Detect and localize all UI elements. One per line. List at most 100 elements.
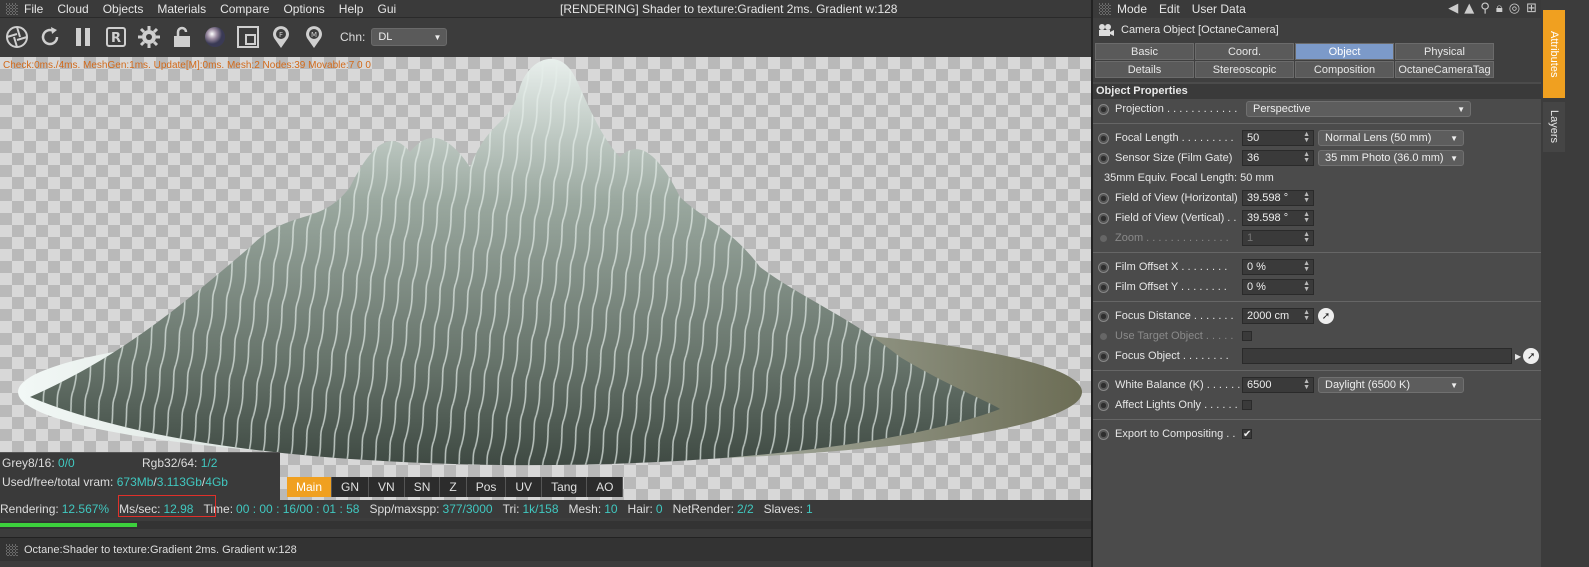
menu-mode[interactable]: Mode <box>1117 2 1147 16</box>
film-offset-y-field[interactable]: 0 % ▲ ▼ <box>1242 279 1314 295</box>
keyframe-radio-icon[interactable] <box>1098 132 1109 144</box>
tab-composition[interactable]: Composition <box>1295 61 1394 78</box>
pass-ao[interactable]: AO <box>587 477 624 497</box>
svg-text:M: M <box>311 31 317 39</box>
focus-object-link-field[interactable] <box>1242 348 1512 364</box>
keyframe-radio-icon[interactable] <box>1098 152 1109 164</box>
back-arrow-icon[interactable]: ◀ <box>1448 1 1458 16</box>
focal-length-label: Focal Length . . . . . . . . . <box>1115 132 1234 144</box>
projection-select[interactable]: Perspective ▼ <box>1246 101 1471 117</box>
search-icon[interactable]: ⚲ <box>1480 1 1490 16</box>
pass-tang[interactable]: Tang <box>542 477 588 497</box>
keyframe-radio-icon[interactable] <box>1098 261 1109 273</box>
spinner-icon[interactable]: ▲ ▼ <box>1303 131 1310 144</box>
spinner-icon[interactable]: ▲ ▼ <box>1303 378 1310 391</box>
spinner-icon[interactable]: ▲ ▼ <box>1303 280 1310 293</box>
keyframe-radio-icon[interactable] <box>1098 379 1109 391</box>
keyframe-radio-icon[interactable] <box>1098 310 1109 322</box>
tab-physical[interactable]: Physical <box>1395 43 1494 60</box>
tab-attributes[interactable]: Attributes <box>1543 10 1565 98</box>
region-icon[interactable] <box>235 24 261 50</box>
rendering-label: Rendering: <box>0 502 59 516</box>
texture-stats: Grey8/16: 0/0 Rgb32/64: 1/2 <box>2 456 217 470</box>
keyframe-radio-icon[interactable] <box>1098 281 1109 293</box>
grey-value: 0/0 <box>58 456 75 470</box>
tab-coord[interactable]: Coord. <box>1195 43 1294 60</box>
tri-label: Tri: <box>502 502 520 516</box>
chevron-right-icon[interactable]: ▶ <box>1515 352 1521 361</box>
pick-cursor-icon[interactable]: ➚ <box>1523 348 1540 364</box>
refresh-icon[interactable] <box>37 24 63 50</box>
menu-file[interactable]: File <box>24 2 43 16</box>
sphere-icon[interactable] <box>202 24 228 50</box>
tab-layers[interactable]: Layers <box>1543 102 1565 152</box>
film-offset-x-field[interactable]: 0 % ▲ ▼ <box>1242 259 1314 275</box>
target-icon[interactable]: ◎ <box>1509 1 1520 16</box>
sensor-size-field[interactable]: 36 ▲ ▼ <box>1242 150 1314 166</box>
chevron-down-icon: ▼ <box>1450 133 1458 143</box>
menu-materials[interactable]: Materials <box>157 2 206 16</box>
pass-main[interactable]: Main <box>287 477 333 497</box>
focal-length-field[interactable]: 50 ▲ ▼ <box>1242 130 1314 146</box>
menu-edit[interactable]: Edit <box>1159 2 1180 16</box>
pass-uv[interactable]: UV <box>506 477 543 497</box>
keyframe-radio-icon[interactable] <box>1098 399 1109 411</box>
tab-details[interactable]: Details <box>1095 61 1194 78</box>
spinner-icon[interactable]: ▲ ▼ <box>1303 309 1310 322</box>
r-icon[interactable]: R <box>103 24 129 50</box>
fov-vertical-field[interactable]: 39.598 ° ▲ ▼ <box>1242 210 1314 226</box>
affect-lights-checkbox[interactable] <box>1242 400 1252 410</box>
pass-sn[interactable]: SN <box>405 477 441 497</box>
spinner-icon[interactable]: ▲ ▼ <box>1303 151 1310 164</box>
keyframe-radio-icon[interactable] <box>1098 428 1109 440</box>
menu-help[interactable]: Help <box>339 2 364 16</box>
grip-icon[interactable] <box>6 543 18 556</box>
film-offset-y-label: Film Offset Y . . . . . . . . <box>1115 281 1227 293</box>
pass-gn[interactable]: GN <box>332 477 370 497</box>
channel-select[interactable]: DL ▼ <box>371 28 448 46</box>
menu-user-data[interactable]: User Data <box>1192 2 1246 16</box>
menu-objects[interactable]: Objects <box>103 2 144 16</box>
sensor-preset-select[interactable]: 35 mm Photo (36.0 mm) ▼ <box>1318 150 1464 166</box>
pass-z[interactable]: Z <box>440 477 467 497</box>
pass-pos[interactable]: Pos <box>467 477 507 497</box>
tab-octanecameratag[interactable]: OctaneCameraTag <box>1395 61 1494 78</box>
grip-icon[interactable] <box>1099 3 1111 15</box>
fov-horizontal-field[interactable]: 39.598 ° ▲ ▼ <box>1242 190 1314 206</box>
aperture-icon[interactable] <box>4 24 30 50</box>
viewer-toolbar: R F M Chn: DL ▼ <box>0 18 1091 56</box>
gear-icon[interactable] <box>136 24 162 50</box>
pause-icon[interactable] <box>70 24 96 50</box>
menu-cloud[interactable]: Cloud <box>57 2 88 16</box>
up-arrow-icon[interactable]: ▲ <box>1464 1 1474 16</box>
spinner-icon[interactable]: ▲ ▼ <box>1303 260 1310 273</box>
tab-object[interactable]: Object <box>1295 43 1394 60</box>
keyframe-radio-icon[interactable] <box>1098 103 1109 115</box>
pass-vn[interactable]: VN <box>369 477 405 497</box>
white-balance-field[interactable]: 6500 ▲ ▼ <box>1242 377 1314 393</box>
pick-cursor-icon[interactable]: ➚ <box>1318 308 1334 324</box>
tab-attributes-label: Attributes <box>1548 30 1560 78</box>
spinner-icon[interactable]: ▲ ▼ <box>1303 191 1310 204</box>
keyframe-radio-icon[interactable] <box>1098 212 1109 224</box>
tab-basic[interactable]: Basic <box>1095 43 1194 60</box>
focus-distance-field[interactable]: 2000 cm ▲ ▼ <box>1242 308 1314 324</box>
spinner-icon[interactable]: ▲ ▼ <box>1303 211 1310 224</box>
keyframe-radio-icon[interactable] <box>1098 192 1109 204</box>
menu-compare[interactable]: Compare <box>220 2 269 16</box>
projection-label: Projection . . . . . . . . . . . . <box>1115 103 1238 115</box>
new-panel-icon[interactable]: ⊞ <box>1526 1 1537 16</box>
grip-icon[interactable] <box>6 2 18 15</box>
render-canvas[interactable]: Check:0ms./4ms. MeshGen:1ms. Update[M]:0… <box>0 57 1091 500</box>
f-pin-icon[interactable]: F <box>268 24 294 50</box>
tab-stereoscopic[interactable]: Stereoscopic <box>1195 61 1294 78</box>
menu-options[interactable]: Options <box>283 2 324 16</box>
export-compositing-checkbox[interactable]: ✔ <box>1242 429 1252 440</box>
lock-icon[interactable] <box>169 24 195 50</box>
white-balance-preset-select[interactable]: Daylight (6500 K) ▼ <box>1318 377 1464 393</box>
lock-icon[interactable]: 🔒︎ <box>1496 1 1503 16</box>
focal-preset-select[interactable]: Normal Lens (50 mm) ▼ <box>1318 130 1464 146</box>
keyframe-radio-icon[interactable] <box>1098 350 1109 362</box>
menu-gui[interactable]: Gui <box>377 2 396 16</box>
m-pin-icon[interactable]: M <box>301 24 327 50</box>
